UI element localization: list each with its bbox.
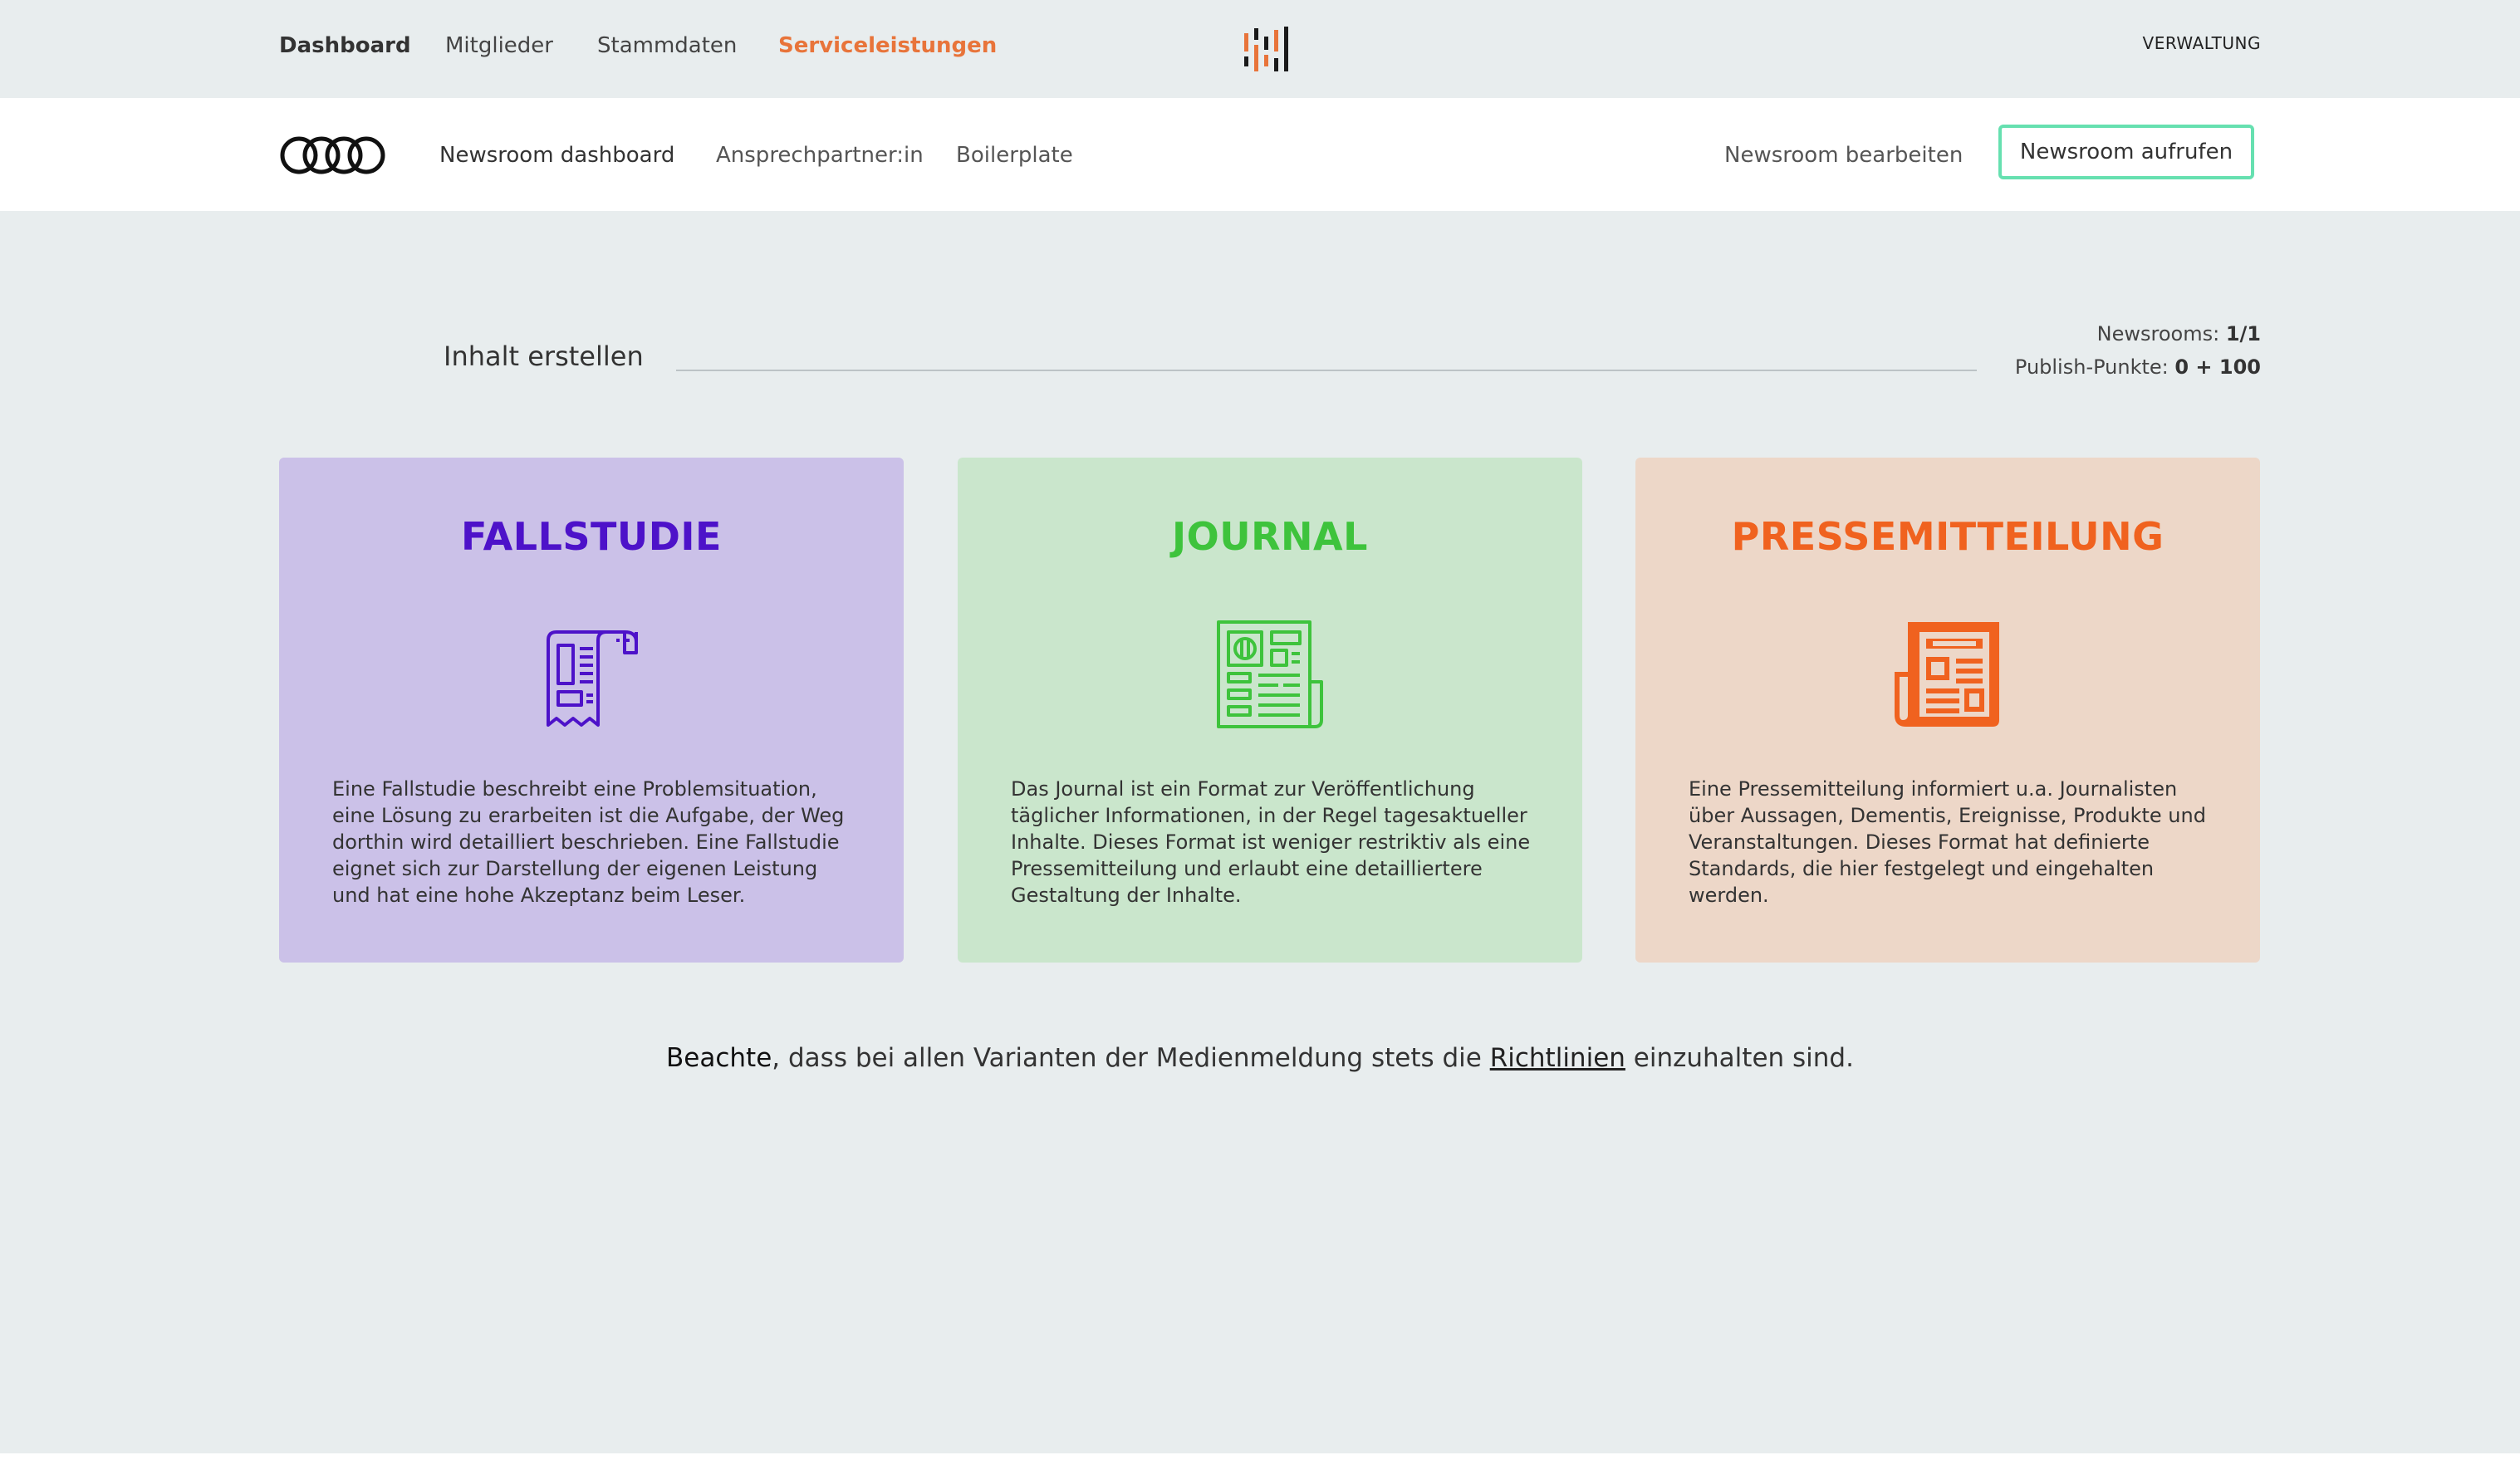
card-title: PRESSEMITTEILUNG (1731, 514, 2165, 559)
section-title: Inhalt erstellen (444, 341, 644, 372)
card-description: Eine Fallstudie beschreibt eine Problems… (332, 777, 845, 907)
points-label: Publish-Punkte: (2014, 355, 2169, 379)
points-value: 0 + 100 (2174, 355, 2261, 379)
nav-serviceleistungen[interactable]: Serviceleistungen (778, 33, 997, 58)
card-title: FALLSTUDIE (461, 514, 722, 559)
note-text: , dass bei allen Varianten der Medienmel… (772, 1043, 1490, 1073)
newsrooms-label: Newsrooms: (2096, 322, 2220, 345)
bottom-divider (0, 1453, 2520, 1460)
nav-dashboard[interactable]: Dashboard (279, 33, 411, 58)
journal-icon (1217, 620, 1323, 728)
nav-boilerplate[interactable]: Boilerplate (956, 143, 1073, 168)
brand-logo[interactable] (1241, 25, 1296, 75)
open-newsroom-button[interactable]: Newsroom aufrufen (1998, 125, 2254, 179)
nav-ansprechpartner[interactable]: Ansprechpartner:in (716, 143, 924, 168)
note-end: einzuhalten sind. (1625, 1043, 1854, 1073)
edit-newsroom-link[interactable]: Newsroom bearbeiten (1724, 143, 1963, 168)
newsrooms-value: 1/1 (2225, 322, 2261, 345)
card-pressemitteilung[interactable]: PRESSEMITTEILUNG Eine Pressemitteilung i… (1635, 458, 2260, 963)
top-bar: Dashboard Mitglieder Stammdaten Servicel… (0, 0, 2520, 98)
rings-logo[interactable] (279, 135, 387, 176)
admin-link[interactable]: VERWALTUNG (2143, 33, 2261, 53)
usage-stats: Newsrooms: 1/1 Publish-Punkte: 0 + 100 (2015, 317, 2261, 384)
newsrooms-stat: Newsrooms: 1/1 (2015, 317, 2261, 350)
press-release-icon (1895, 622, 1999, 727)
nav-stammdaten[interactable]: Stammdaten (597, 33, 737, 58)
points-stat: Publish-Punkte: 0 + 100 (2015, 350, 2261, 384)
card-journal[interactable]: JOURNAL Das Journal ist ein Format zur V… (958, 458, 1582, 963)
guidelines-note: Beachte, dass bei allen Varianten der Me… (0, 1043, 2520, 1073)
card-title: JOURNAL (1172, 514, 1368, 559)
card-description: Eine Pressemitteilung informiert u.a. Jo… (1689, 777, 2206, 907)
nav-mitglieder[interactable]: Mitglieder (445, 33, 553, 58)
note-strong: Beachte (666, 1043, 772, 1073)
card-description: Das Journal ist ein Format zur Veröffent… (1011, 777, 1531, 907)
case-study-icon (547, 630, 638, 727)
newsroom-bar: Newsroom dashboard Ansprechpartner:in Bo… (0, 98, 2520, 211)
guidelines-link[interactable]: Richtlinien (1490, 1043, 1625, 1073)
nav-newsroom-dashboard[interactable]: Newsroom dashboard (439, 143, 674, 168)
card-fallstudie[interactable]: FALLSTUDIE Eine Fallstudie beschreibt ei… (279, 458, 904, 963)
section-divider (676, 370, 1977, 371)
